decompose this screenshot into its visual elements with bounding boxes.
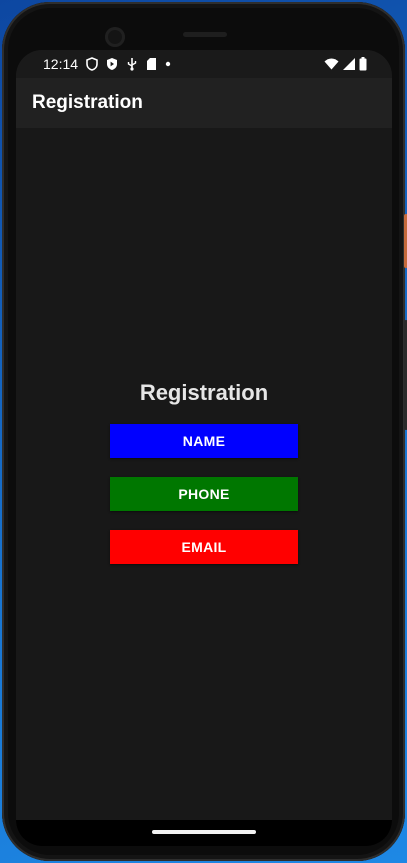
home-gesture-handle[interactable] — [152, 830, 256, 834]
device-screen: 12:14 Registration Registration NAME PHO… — [16, 50, 392, 846]
privacy-shield-icon — [86, 57, 98, 71]
name-button[interactable]: NAME — [110, 424, 298, 458]
earpiece-speaker — [183, 32, 227, 37]
page-heading: Registration — [139, 380, 269, 405]
sd-card-icon — [146, 57, 157, 71]
notification-icons — [86, 56, 171, 72]
battery-icon — [359, 57, 367, 71]
dot-icon — [165, 57, 171, 71]
status-time: 12:14 — [43, 56, 79, 72]
cellular-signal-icon — [343, 58, 355, 70]
navigation-bar — [16, 820, 392, 846]
phone-button[interactable]: PHONE — [110, 477, 298, 511]
system-icons — [324, 56, 367, 72]
email-button[interactable]: EMAIL — [110, 530, 298, 564]
device-frame: 12:14 Registration Registration NAME PHO… — [2, 2, 407, 861]
app-bar: Registration — [16, 78, 392, 128]
front-camera — [105, 27, 125, 47]
wifi-icon — [324, 58, 339, 70]
play-protect-icon — [106, 57, 118, 71]
app-bar-title: Registration — [32, 92, 143, 113]
status-bar: 12:14 — [16, 50, 392, 78]
usb-debug-icon — [126, 57, 138, 71]
registration-content: Registration NAME PHONE EMAIL — [16, 128, 392, 820]
